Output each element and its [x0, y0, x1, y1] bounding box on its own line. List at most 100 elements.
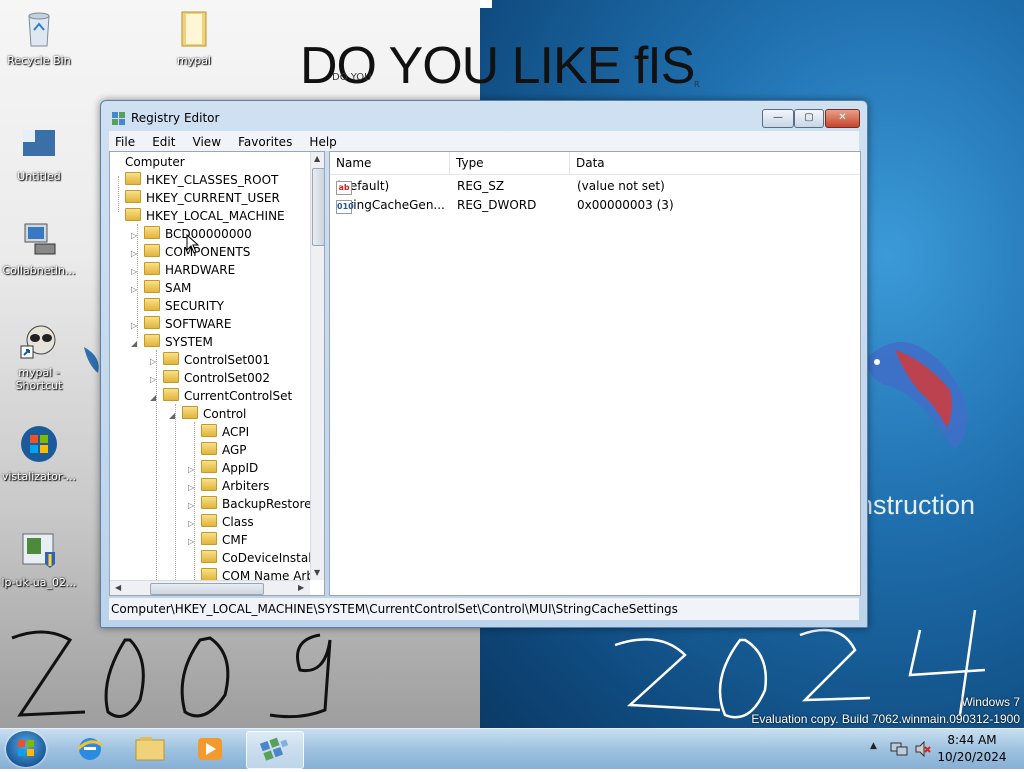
raccoon-shortcut-icon [20, 325, 56, 359]
start-button[interactable] [6, 731, 46, 767]
tree-vertical-scrollbar[interactable]: ▲ ▼ [310, 152, 324, 580]
tree-node[interactable]: ▷ AppID [188, 459, 258, 477]
registry-editor-window: Registry Editor — ▢ ✕ File Edit View Fav… [100, 100, 868, 628]
taskbar-registry-editor[interactable] [246, 731, 304, 769]
desktop-icon-mypal[interactable]: mypal [156, 8, 232, 67]
collapse-arrow-icon[interactable]: ◢ [150, 389, 160, 407]
value-type: REG_DWORD [457, 198, 537, 212]
tree-node[interactable]: ▷ ControlSet002 [150, 369, 270, 387]
menu-view[interactable]: View [187, 132, 227, 149]
folder-icon [125, 190, 141, 203]
betta-fish-icon [865, 342, 968, 450]
column-header-type[interactable]: Type [450, 152, 570, 174]
folder-icon [201, 442, 217, 455]
folder-icon [201, 496, 217, 509]
dword-value-icon: 010 [336, 200, 354, 214]
desktop-icon-label: vistalizator-... [1, 470, 77, 483]
desktop-icon-label: Untitled [17, 170, 61, 183]
tree-node-label: CMF [222, 533, 248, 547]
folder-icon [144, 262, 160, 275]
desktop-icon-untitled[interactable]: Untitled [1, 124, 77, 183]
folder-icon [163, 370, 179, 383]
tree-node[interactable]: ▷ BackupRestore [188, 495, 310, 513]
tree-node[interactable]: ACPI [188, 423, 249, 441]
collapse-arrow-icon[interactable]: ◢ [131, 335, 141, 353]
column-header-name[interactable]: Name [330, 152, 450, 174]
tree-node[interactable]: SECURITY [131, 297, 224, 315]
desktop-icon-mypal-shortcut[interactable]: mypal - Shortcut [1, 320, 77, 392]
desktop-icon-recycle-bin[interactable]: Recycle Bin [1, 8, 77, 67]
folder-icon [201, 424, 217, 437]
maximize-button[interactable]: ▢ [794, 109, 824, 128]
tree-node[interactable]: COM Name Arbit [188, 567, 310, 580]
folder-icon [144, 244, 160, 257]
scroll-up-arrow-icon[interactable]: ▲ [314, 154, 320, 163]
tree-node[interactable]: ◢ Control [169, 405, 246, 423]
scroll-thumb[interactable] [312, 168, 324, 246]
scroll-left-arrow-icon[interactable]: ◀ [115, 583, 121, 592]
tree-node[interactable]: HKEY_LOCAL_MACHINE [112, 207, 285, 225]
tree-node[interactable]: Computer [112, 153, 185, 171]
desktop-icon-label: lp-uk-ua_02... [1, 576, 77, 589]
volume-muted-icon[interactable] [914, 741, 932, 757]
tree-node[interactable]: ▷ HARDWARE [131, 261, 235, 279]
tree-node[interactable]: CoDeviceInstallers [188, 549, 310, 567]
tree-node-label: HARDWARE [165, 263, 236, 277]
desktop-icon-label: Recycle Bin [7, 54, 71, 67]
tree-guide [175, 404, 176, 580]
desktop-icon-vistalizator[interactable]: vistalizator-... [1, 424, 77, 483]
desktop-icon-language-pack[interactable]: lp-uk-ua_02... [1, 530, 77, 589]
network-icon[interactable] [890, 741, 908, 757]
tree-horizontal-scrollbar[interactable]: ◀ ▶ [110, 580, 310, 595]
tree-node-label: COMPONENTS [165, 245, 251, 259]
folder-icon [201, 568, 217, 580]
doodle-heading: DO YOU LIKE fIS [300, 37, 695, 95]
tree-node[interactable]: ▷ SOFTWARE [131, 315, 231, 333]
registry-tree: Computer HKEY_CLASSES_ROOT HKEY_CURRENT_US… [110, 152, 310, 580]
tree-node-label: CoDeviceInstallers [222, 551, 310, 565]
value-row[interactable]: 010 StringCacheGen... REG_DWORD 0x0000000… [330, 196, 860, 215]
registry-tree-pane[interactable]: Computer HKEY_CLASSES_ROOT HKEY_CURRENT_US… [109, 151, 325, 596]
close-button[interactable]: ✕ [825, 109, 860, 128]
title-bar[interactable]: Registry Editor — ▢ ✕ [101, 101, 867, 131]
tree-node-label: HKEY_CURRENT_USER [146, 191, 280, 205]
values-list-pane[interactable]: Name Type Data ab (Default) REG_SZ (value… [329, 151, 861, 596]
menu-help[interactable]: Help [303, 132, 342, 149]
minimize-button[interactable]: — [762, 109, 794, 128]
value-row[interactable]: ab (Default) REG_SZ (value not set) [330, 177, 860, 196]
folder-icon [201, 514, 217, 527]
tree-node[interactable]: HKEY_CURRENT_USER [112, 189, 280, 207]
scroll-right-arrow-icon[interactable]: ▶ [298, 583, 304, 592]
folder-icon [201, 460, 217, 473]
menu-favorites[interactable]: Favorites [232, 132, 298, 149]
taskbar-media-player[interactable] [182, 731, 238, 767]
tree-node[interactable]: ◢ CurrentControlSet [150, 387, 292, 405]
tree-node[interactable]: ▷ Class [188, 513, 254, 531]
doodle-small-text: DO YOU [332, 72, 372, 83]
menu-file[interactable]: File [109, 132, 141, 149]
tree-node[interactable]: ▷ Arbiters [188, 477, 269, 495]
windows-logo-icon [18, 740, 34, 756]
tree-node[interactable]: HKEY_CLASSES_ROOT [112, 171, 278, 189]
clock[interactable]: 8:44 AM 10/20/2024 [932, 732, 1012, 766]
tree-node[interactable]: ◢ SYSTEM [131, 333, 213, 351]
recycle-bin-icon [28, 12, 50, 47]
menu-edit[interactable]: Edit [146, 132, 181, 149]
tree-node[interactable]: ▷ ControlSet001 [150, 351, 270, 369]
value-data: 0x00000003 (3) [577, 198, 674, 212]
taskbar-internet-explorer[interactable] [62, 731, 118, 767]
tree-node-label: SYSTEM [165, 335, 213, 349]
show-hidden-icons-icon[interactable]: ▲ [870, 741, 877, 751]
scroll-down-arrow-icon[interactable]: ▼ [314, 568, 320, 577]
desktop-icon-label: mypal - Shortcut [15, 366, 63, 392]
scroll-thumb[interactable] [150, 583, 264, 595]
taskbar-file-explorer[interactable] [122, 731, 178, 767]
tree-node[interactable]: ▷ CMF [188, 531, 248, 549]
collapse-arrow-icon[interactable]: ◢ [169, 407, 179, 425]
column-header-data[interactable]: Data [570, 152, 860, 174]
tree-node[interactable]: AGP [188, 441, 247, 459]
tree-node-label: ControlSet002 [184, 371, 270, 385]
tree-node[interactable]: ▷ SAM [131, 279, 191, 297]
desktop-icon-collabnet[interactable]: CollabnetIn... [1, 218, 77, 277]
os-watermark-name: Windows 7 [961, 695, 1020, 709]
